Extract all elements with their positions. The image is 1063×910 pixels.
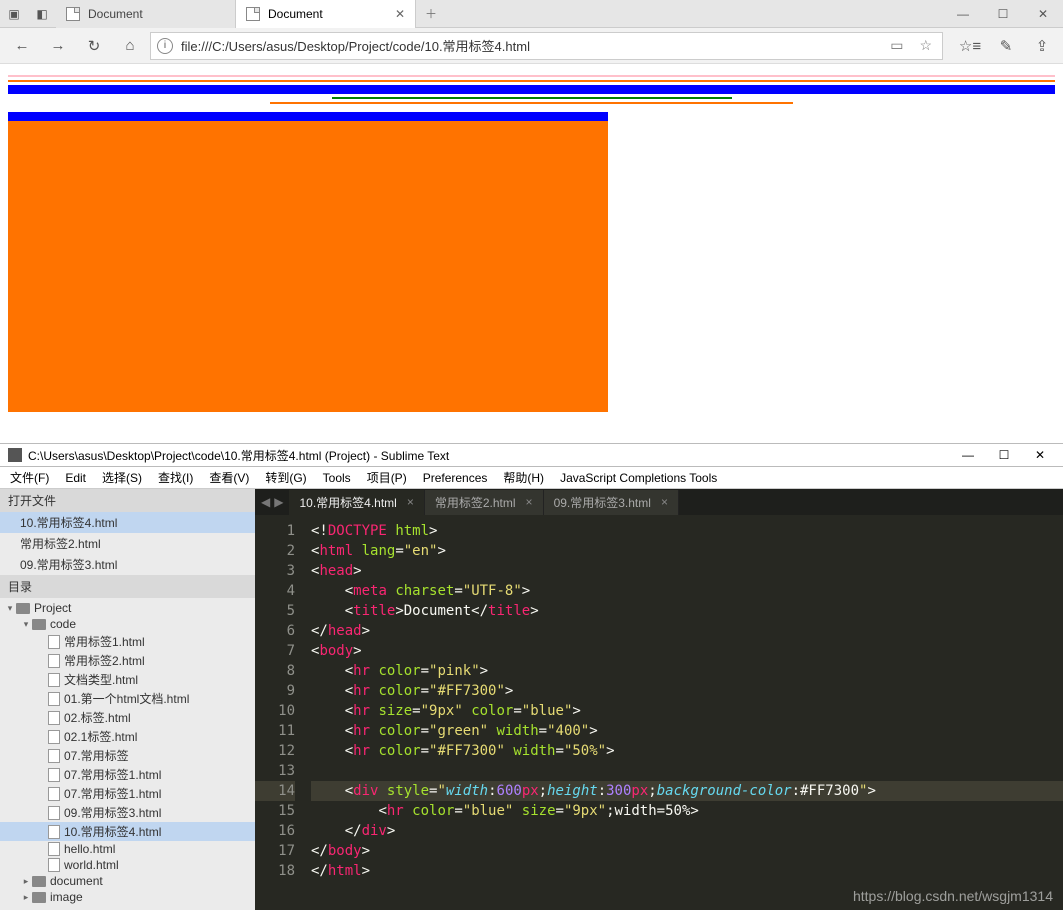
hr-blue [8, 85, 1055, 94]
notes-icon[interactable]: ✎ [991, 32, 1021, 60]
open-files-header: 打开文件 [0, 489, 255, 512]
tree-row[interactable]: ▾code [0, 616, 255, 632]
sublime-sidebar: 打开文件 10.常用标签4.html常用标签2.html09.常用标签3.htm… [0, 489, 255, 910]
tab-title: Document [268, 7, 323, 21]
refresh-button[interactable]: ↻ [78, 30, 110, 62]
tree-row[interactable]: ▾Project [0, 600, 255, 616]
close-icon[interactable]: ✕ [395, 7, 405, 21]
tree-row[interactable]: 07.常用标签1.html [0, 784, 255, 803]
document-icon [246, 7, 260, 21]
home-button[interactable]: ⌂ [114, 30, 146, 62]
close-icon[interactable]: × [526, 495, 533, 509]
menu-item[interactable]: 选择(S) [96, 467, 148, 488]
menu-item[interactable]: 项目(P) [361, 467, 413, 488]
tab-nav-left[interactable]: ◀ [261, 495, 270, 509]
open-file-item[interactable]: 常用标签2.html [0, 533, 255, 554]
sublime-minimize[interactable]: ― [953, 448, 983, 462]
document-icon [66, 7, 80, 21]
tree-row[interactable]: 常用标签2.html [0, 651, 255, 670]
hr-orange [8, 80, 1055, 82]
orange-box [8, 112, 608, 412]
menu-item[interactable]: Tools [317, 469, 357, 487]
page-content [0, 64, 1063, 443]
menu-item[interactable]: 转到(G) [259, 467, 312, 488]
menu-item[interactable]: 帮助(H) [497, 467, 550, 488]
close-icon[interactable]: × [407, 495, 414, 509]
tab-nav-right[interactable]: ▶ [274, 495, 283, 509]
favorite-icon[interactable]: ☆ [915, 37, 936, 54]
tab-title: Document [88, 7, 143, 21]
sublime-close[interactable]: ✕ [1025, 448, 1055, 462]
browser-chrome: ▣ ◧ Document Document ✕ ＋ ― ☐ ✕ ← → ↻ ⌂ … [0, 0, 1063, 64]
editor-tab[interactable]: 10.常用标签4.html× [289, 490, 424, 515]
url-box[interactable]: i file:///C:/Users/asus/Desktop/Project/… [150, 32, 943, 60]
sublime-window: C:\Users\asus\Desktop\Project\code\10.常用… [0, 443, 1063, 910]
menu-item[interactable]: 文件(F) [4, 467, 55, 488]
window-controls: ― ☐ ✕ [943, 0, 1063, 28]
forward-button[interactable]: → [42, 30, 74, 62]
back-button[interactable]: ← [6, 30, 38, 62]
new-tab-button[interactable]: ＋ [416, 5, 446, 22]
maximize-button[interactable]: ☐ [983, 0, 1023, 28]
sublime-title-text: C:\Users\asus\Desktop\Project\code\10.常用… [28, 447, 449, 464]
tree-row[interactable]: 02.1标签.html [0, 727, 255, 746]
tree-row[interactable]: 10.常用标签4.html [0, 822, 255, 841]
hr-blue-inner [8, 112, 608, 121]
browser-tab-1[interactable]: Document ✕ [236, 0, 416, 28]
tree-row[interactable]: 07.常用标签 [0, 746, 255, 765]
tree-row[interactable]: 09.常用标签3.html [0, 803, 255, 822]
browser-tab-0[interactable]: Document [56, 0, 236, 28]
favorites-list-icon[interactable]: ☆≡ [955, 32, 985, 60]
minimize-button[interactable]: ― [943, 0, 983, 28]
editor-tab[interactable]: 常用标签2.html× [425, 490, 544, 515]
tree-row[interactable]: hello.html [0, 841, 255, 857]
tab-strip: ▣ ◧ Document Document ✕ ＋ ― ☐ ✕ [0, 0, 1063, 28]
editor-tab[interactable]: 09.常用标签3.html× [544, 490, 679, 515]
open-file-item[interactable]: 09.常用标签3.html [0, 554, 255, 575]
site-info-icon[interactable]: i [157, 38, 173, 54]
dir-header: 目录 [0, 575, 255, 598]
gutter: 123456789101112131415161718 [255, 515, 305, 910]
sublime-maximize[interactable]: ☐ [989, 448, 1019, 462]
tree-row[interactable]: 07.常用标签1.html [0, 765, 255, 784]
hr-pink [8, 75, 1055, 77]
tree-row[interactable]: ▸image [0, 889, 255, 905]
address-bar: ← → ↻ ⌂ i file:///C:/Users/asus/Desktop/… [0, 28, 1063, 64]
menu-item[interactable]: JavaScript Completions Tools [554, 469, 723, 487]
code-content[interactable]: <!DOCTYPE html><html lang="en"><head> <m… [305, 515, 1063, 910]
sidebar-toggle-icon[interactable]: ◧ [28, 0, 56, 28]
tree-row[interactable]: 01.第一个html文档.html [0, 689, 255, 708]
reading-view-icon[interactable]: ▭ [886, 37, 907, 54]
hr-orange-half [270, 102, 794, 104]
tree-row[interactable]: 常用标签1.html [0, 632, 255, 651]
open-file-item[interactable]: 10.常用标签4.html [0, 512, 255, 533]
menu-item[interactable]: Preferences [417, 469, 494, 487]
menu-item[interactable]: Edit [59, 469, 92, 487]
menu-item[interactable]: 查找(I) [152, 467, 199, 488]
tree-row[interactable]: world.html [0, 857, 255, 873]
close-icon[interactable]: × [661, 495, 668, 509]
sublime-titlebar: C:\Users\asus\Desktop\Project\code\10.常用… [0, 443, 1063, 467]
close-button[interactable]: ✕ [1023, 0, 1063, 28]
share-icon[interactable]: ⇪ [1027, 32, 1057, 60]
tree-row[interactable]: 文档类型.html [0, 670, 255, 689]
tree-row[interactable]: 02.标签.html [0, 708, 255, 727]
editor-area: ◀ ▶ 10.常用标签4.html×常用标签2.html×09.常用标签3.ht… [255, 489, 1063, 910]
watermark: https://blog.csdn.net/wsgjm1314 [853, 888, 1053, 904]
tab-overview-icon[interactable]: ▣ [0, 0, 28, 28]
url-text: file:///C:/Users/asus/Desktop/Project/co… [181, 36, 878, 55]
sublime-menubar: 文件(F)Edit选择(S)查找(I)查看(V)转到(G) Tools项目(P)P… [0, 467, 1063, 489]
hr-green [332, 97, 732, 99]
menu-item[interactable]: 查看(V) [203, 467, 255, 488]
sublime-icon [8, 448, 22, 462]
tree-row[interactable]: ▸document [0, 873, 255, 889]
